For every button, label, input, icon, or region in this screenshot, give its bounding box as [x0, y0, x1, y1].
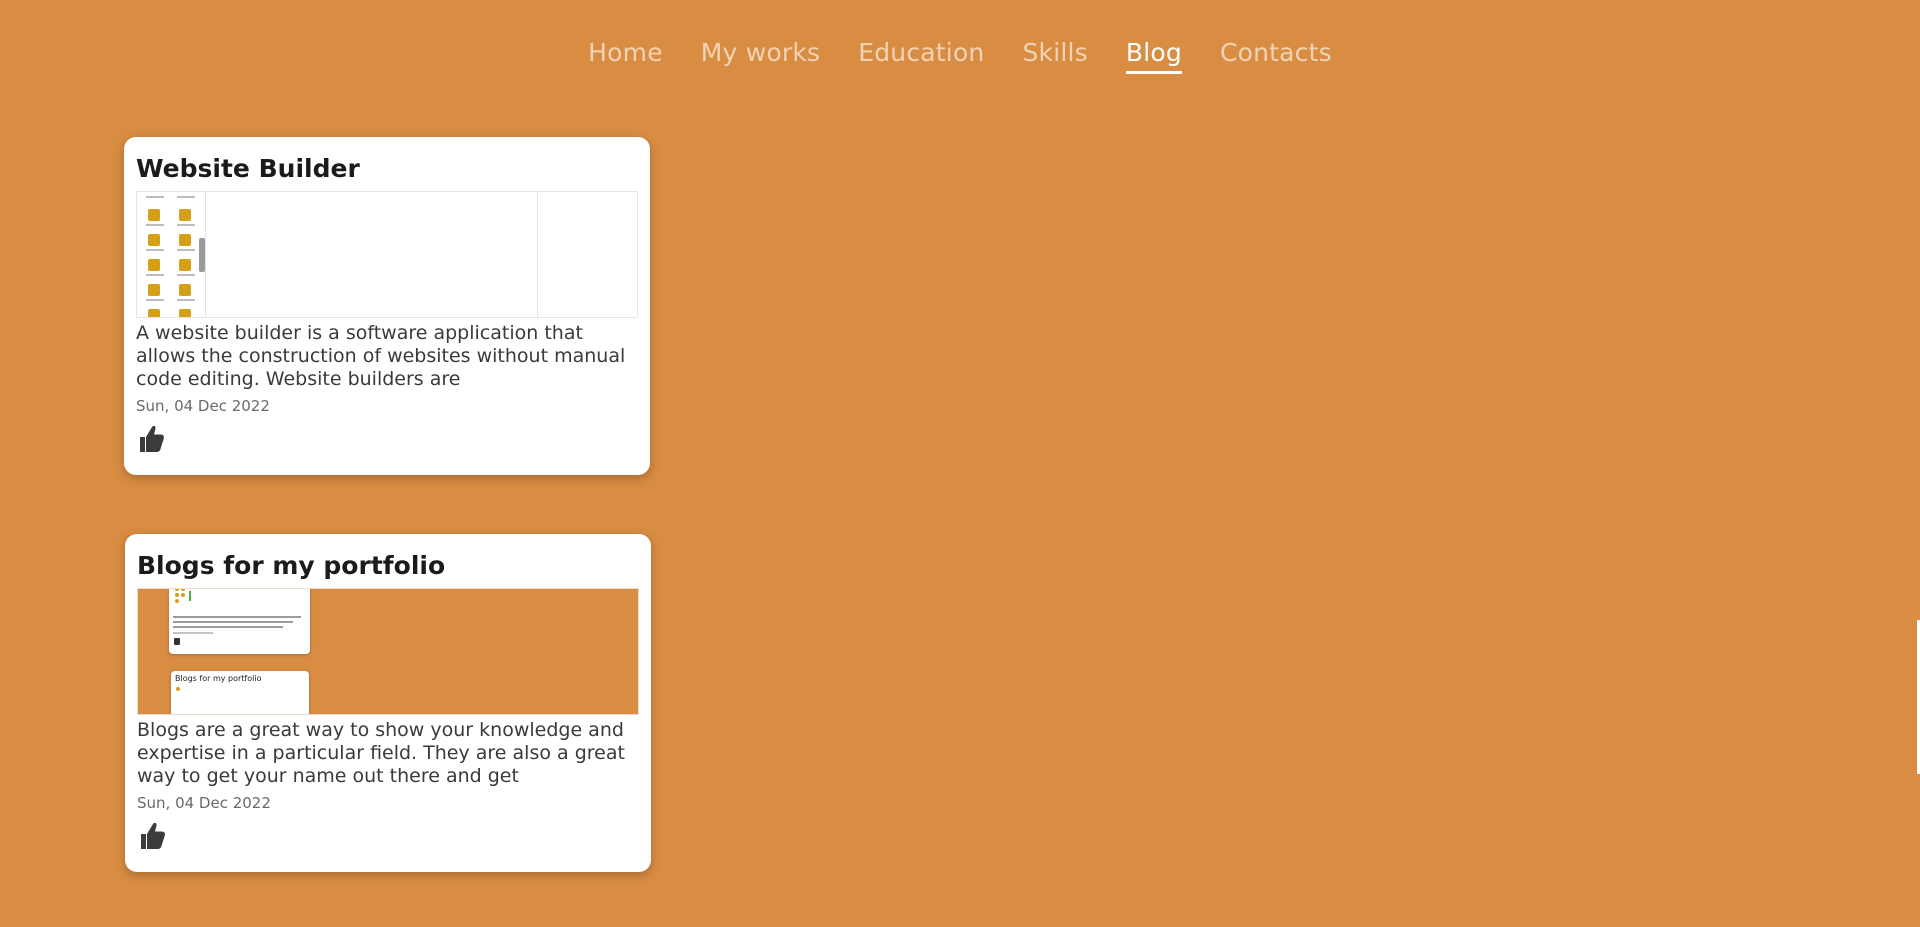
- scrollbar-thumb: [199, 238, 205, 272]
- nav-education[interactable]: Education: [858, 38, 984, 74]
- post-title: Website Builder: [136, 154, 360, 183]
- post-thumbnail: [136, 191, 638, 318]
- mini-card-title: Blogs for my portfolio: [175, 674, 262, 683]
- mini-card-preview: [169, 589, 310, 654]
- post-date: Sun, 04 Dec 2022: [136, 397, 270, 415]
- post-excerpt: A website builder is a software applicat…: [136, 322, 626, 390]
- nav-blog[interactable]: Blog: [1125, 38, 1182, 74]
- builder-canvas-preview: [209, 192, 538, 317]
- blog-post-card[interactable]: Website Builder A website builder is a s…: [124, 137, 650, 475]
- like-button[interactable]: [136, 423, 166, 455]
- thumbs-up-icon: [141, 822, 165, 849]
- builder-sidebar-preview: [137, 192, 206, 317]
- post-thumbnail: Blogs for my portfolio: [137, 588, 639, 715]
- blog-post-card[interactable]: Blogs for my portfolio Blogs for my port…: [125, 534, 651, 872]
- thumbs-up-icon: [140, 425, 164, 452]
- like-button[interactable]: [137, 820, 167, 852]
- main-nav: Home My works Education Skills Blog Cont…: [0, 38, 1920, 74]
- mini-card-preview: Blogs for my portfolio: [171, 671, 309, 714]
- nav-my-works[interactable]: My works: [701, 38, 820, 74]
- post-date: Sun, 04 Dec 2022: [137, 794, 271, 812]
- nav-home[interactable]: Home: [588, 38, 663, 74]
- post-excerpt: Blogs are a great way to show your knowl…: [137, 719, 625, 787]
- nav-skills[interactable]: Skills: [1022, 38, 1087, 74]
- nav-contacts[interactable]: Contacts: [1220, 38, 1332, 74]
- post-title: Blogs for my portfolio: [137, 551, 446, 580]
